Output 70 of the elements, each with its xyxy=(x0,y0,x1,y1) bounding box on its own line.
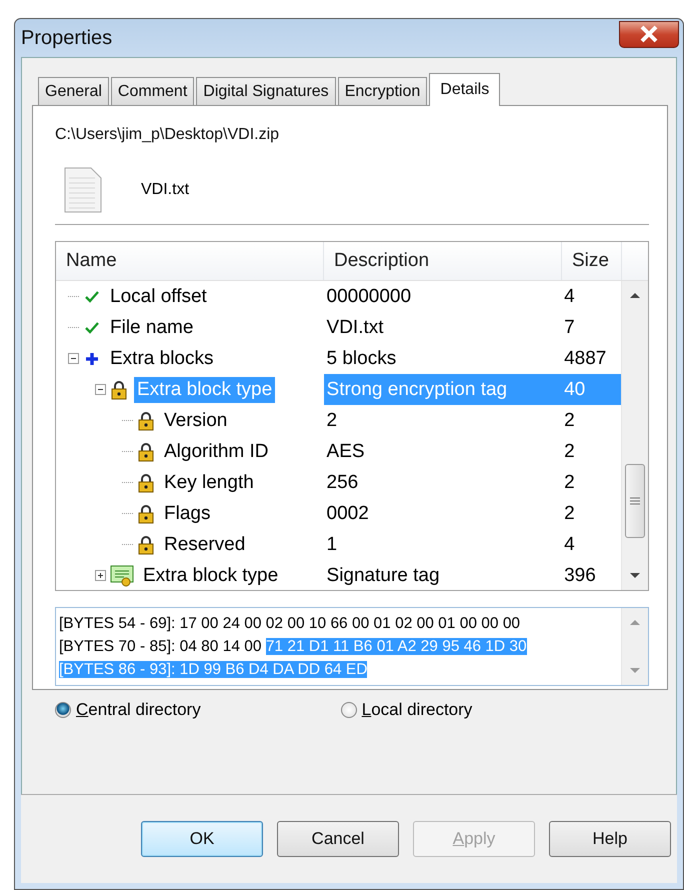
file-path: C:\Users\jim_p\Desktop\VDI.zip xyxy=(55,126,280,144)
padlock-icon xyxy=(110,380,128,400)
tab[interactable]: Details xyxy=(429,73,500,106)
tab[interactable]: Comment xyxy=(110,77,194,105)
window-title: Properties xyxy=(21,26,112,50)
tree-item[interactable]: File name xyxy=(107,314,196,340)
table-cell-text: 2 xyxy=(563,409,576,433)
radio-option[interactable]: Central directory xyxy=(55,700,201,720)
padlock-icon xyxy=(137,472,155,492)
table-cell-text: 4 xyxy=(563,533,576,557)
tree-item[interactable]: Local offset xyxy=(107,284,210,310)
table-cell-text: 2 xyxy=(563,471,576,495)
table-cell-text: 1 xyxy=(326,533,338,557)
tab[interactable]: Digital Signatures xyxy=(196,77,336,105)
table-cell-text: 2 xyxy=(326,409,338,433)
scroll-down-icon xyxy=(629,667,641,675)
dialog-button[interactable]: Help xyxy=(549,821,671,857)
tree-item[interactable]: Key length xyxy=(161,470,257,496)
table-cell-text: 4887 xyxy=(563,347,608,371)
dialog-button[interactable]: Cancel xyxy=(277,821,399,857)
tree-item[interactable]: Version xyxy=(161,408,230,434)
tab[interactable]: Encryption xyxy=(338,77,428,105)
padlock-icon xyxy=(137,504,155,524)
table-cell-text: 256 xyxy=(326,471,360,495)
tree-item[interactable]: Algorithm ID xyxy=(161,438,272,464)
tree-item[interactable]: Extra block type xyxy=(140,562,282,588)
table-cell-text: 2 xyxy=(563,502,576,526)
scroll-thumb[interactable] xyxy=(625,464,645,538)
table-cell-text: 396 xyxy=(563,564,597,588)
radio-option[interactable]: Local directory xyxy=(340,700,472,720)
certificate-icon xyxy=(110,564,134,588)
hex-text: [BYTES 70 - 85]: 04 80 14 00 xyxy=(59,638,262,655)
close-button[interactable] xyxy=(619,20,679,48)
table-cell-text: 2 xyxy=(563,440,576,464)
padlock-icon xyxy=(137,442,155,462)
tree-item[interactable]: Extra blocks xyxy=(107,346,216,372)
table-cell-text: VDI.txt xyxy=(326,316,385,340)
table-cell: 40 xyxy=(561,374,621,405)
table-cell-text: 5 blocks xyxy=(326,347,398,371)
expander-toggle[interactable] xyxy=(95,570,106,581)
scroll-down-icon xyxy=(629,572,641,580)
tree-item[interactable]: Reserved xyxy=(161,532,248,558)
file-name: VDI.txt xyxy=(141,181,190,199)
table-cell-text: 4 xyxy=(563,285,576,309)
column-header[interactable]: Size xyxy=(562,242,622,280)
table-cell-text: AES xyxy=(326,440,366,464)
tab[interactable]: General xyxy=(38,77,109,105)
hex-text-area[interactable]: [BYTES 54 - 69]: 17 00 24 00 02 00 10 66 00 01 02 00 01 00 00 00 [BYTES 70 - 85]: 04 80 14 00 71 21 D1 11 B6 01 A2 29 95 46 1D 30 [BYTES 86 - 93]: 1D 99 B6 D4 DA DD 64 ED xyxy=(55,607,649,686)
hex-text: [BYTES 54 - 69]: 17 00 24 00 02 00 10 66 00 01 02 00 01 00 00 00 xyxy=(59,615,520,632)
scroll-up-icon xyxy=(629,618,641,626)
table-cell: Strong encryption tag xyxy=(324,374,562,405)
expander-toggle[interactable] xyxy=(95,384,106,395)
scroll-up-icon xyxy=(629,291,641,299)
table-cell-text: 00000000 xyxy=(326,285,412,309)
column-header[interactable]: Description xyxy=(324,242,562,280)
padlock-icon xyxy=(137,410,155,430)
scrollbar[interactable] xyxy=(621,281,648,590)
document-icon xyxy=(63,166,103,214)
hex-text: 71 21 D1 11 B6 01 A2 29 95 46 1D 30 xyxy=(266,638,527,655)
radio-button[interactable] xyxy=(340,702,357,718)
table-cell-text: 7 xyxy=(563,316,576,340)
table-cell-text: Signature tag xyxy=(326,564,441,588)
table-cell-text: 0002 xyxy=(326,502,370,526)
padlock-icon xyxy=(137,534,155,554)
radio-button[interactable] xyxy=(55,702,71,718)
expander-toggle[interactable] xyxy=(68,353,79,364)
hex-text: [BYTES 86 - 93]: 1D 99 B6 D4 DA DD 64 ED xyxy=(59,661,368,678)
column-header[interactable]: Name xyxy=(56,242,324,280)
tree-item[interactable]: Flags xyxy=(161,500,214,526)
dialog-button[interactable]: OK xyxy=(141,821,263,857)
